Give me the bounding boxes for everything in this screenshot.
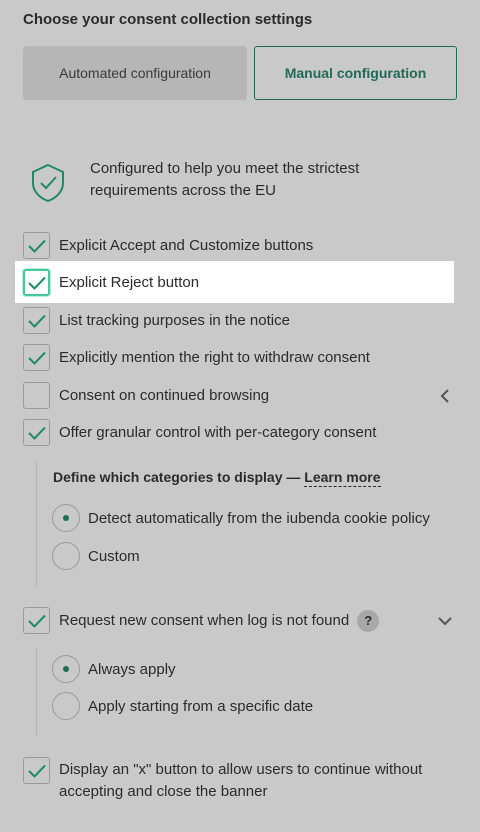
radio-dot	[63, 666, 69, 672]
section-divider	[36, 648, 37, 736]
radio-custom[interactable]: Custom	[52, 542, 140, 570]
option-label: Explicitly mention the right to withdraw…	[59, 349, 370, 366]
checkbox-checked[interactable]	[23, 344, 50, 371]
manual-configuration-button[interactable]: Manual configuration	[254, 46, 457, 100]
radio-label: Apply starting from a specific date	[88, 697, 314, 715]
radio-selected[interactable]	[52, 504, 80, 532]
checkbox-checked[interactable]	[23, 607, 50, 634]
option-label: Display an "x" button to allow users to …	[59, 761, 423, 800]
radio-label: Custom	[88, 547, 140, 565]
check-icon	[27, 276, 46, 290]
radio-label: Detect automatically from the iubenda co…	[88, 509, 430, 527]
radio-dot	[63, 515, 69, 521]
checkbox-checked[interactable]	[23, 232, 50, 259]
checkbox-checked[interactable]	[23, 757, 50, 784]
learn-more-link[interactable]: Learn more	[304, 469, 381, 487]
option-continued-browsing[interactable]: Consent on continued browsing	[23, 382, 269, 409]
option-label: Consent on continued browsing	[59, 387, 270, 404]
option-label: Offer granular control with per-category…	[59, 424, 377, 441]
settings-heading: Choose your consent collection settings	[23, 11, 313, 28]
check-icon	[27, 614, 46, 628]
option-label: List tracking purposes in the notice	[59, 312, 290, 329]
automated-configuration-button[interactable]: Automated configuration	[23, 46, 247, 100]
categories-heading-text: Define which categories to display —	[53, 469, 301, 485]
checkbox-checked[interactable]	[23, 419, 50, 446]
option-label: Request new consent when log is not foun…	[59, 612, 350, 629]
option-reject-button[interactable]: Explicit Reject button	[23, 269, 199, 296]
checkbox-checked[interactable]	[23, 307, 50, 334]
checkbox-checked-focused[interactable]	[23, 269, 50, 296]
radio-specific-date[interactable]: Apply starting from a specific date	[52, 692, 313, 720]
help-icon[interactable]: ?	[357, 609, 380, 632]
radio-unselected[interactable]	[52, 692, 80, 720]
option-display-x-button[interactable]: Display an "x" button to allow users to …	[23, 757, 449, 803]
categories-heading: Define which categories to display — Lea…	[53, 469, 381, 487]
intro-text: Configured to help you meet the strictes…	[90, 160, 360, 199]
option-request-new-consent[interactable]: Request new consent when log is not foun…	[23, 607, 380, 634]
radio-always-apply[interactable]: Always apply	[52, 655, 176, 683]
shield-check-icon	[32, 163, 64, 203]
option-list-purposes[interactable]: List tracking purposes in the notice	[23, 307, 290, 334]
radio-detect-automatically[interactable]: Detect automatically from the iubenda co…	[52, 504, 430, 532]
chevron-left-icon[interactable]	[439, 389, 451, 403]
option-withdraw-consent[interactable]: Explicitly mention the right to withdraw…	[23, 344, 370, 371]
option-accept-customize[interactable]: Explicit Accept and Customize buttons	[23, 232, 313, 259]
check-icon	[27, 426, 46, 440]
option-label: Explicit Reject button	[59, 274, 200, 291]
check-icon	[27, 314, 46, 328]
option-label: Explicit Accept and Customize buttons	[59, 237, 314, 254]
check-icon	[27, 351, 46, 365]
checkbox-unchecked[interactable]	[23, 382, 50, 409]
check-icon	[27, 239, 46, 253]
check-icon	[27, 764, 46, 778]
radio-label: Always apply	[88, 660, 176, 678]
radio-selected[interactable]	[52, 655, 80, 683]
option-granular-control[interactable]: Offer granular control with per-category…	[23, 419, 376, 446]
section-divider	[36, 461, 37, 587]
chevron-down-icon[interactable]	[438, 615, 452, 627]
radio-unselected[interactable]	[52, 542, 80, 570]
